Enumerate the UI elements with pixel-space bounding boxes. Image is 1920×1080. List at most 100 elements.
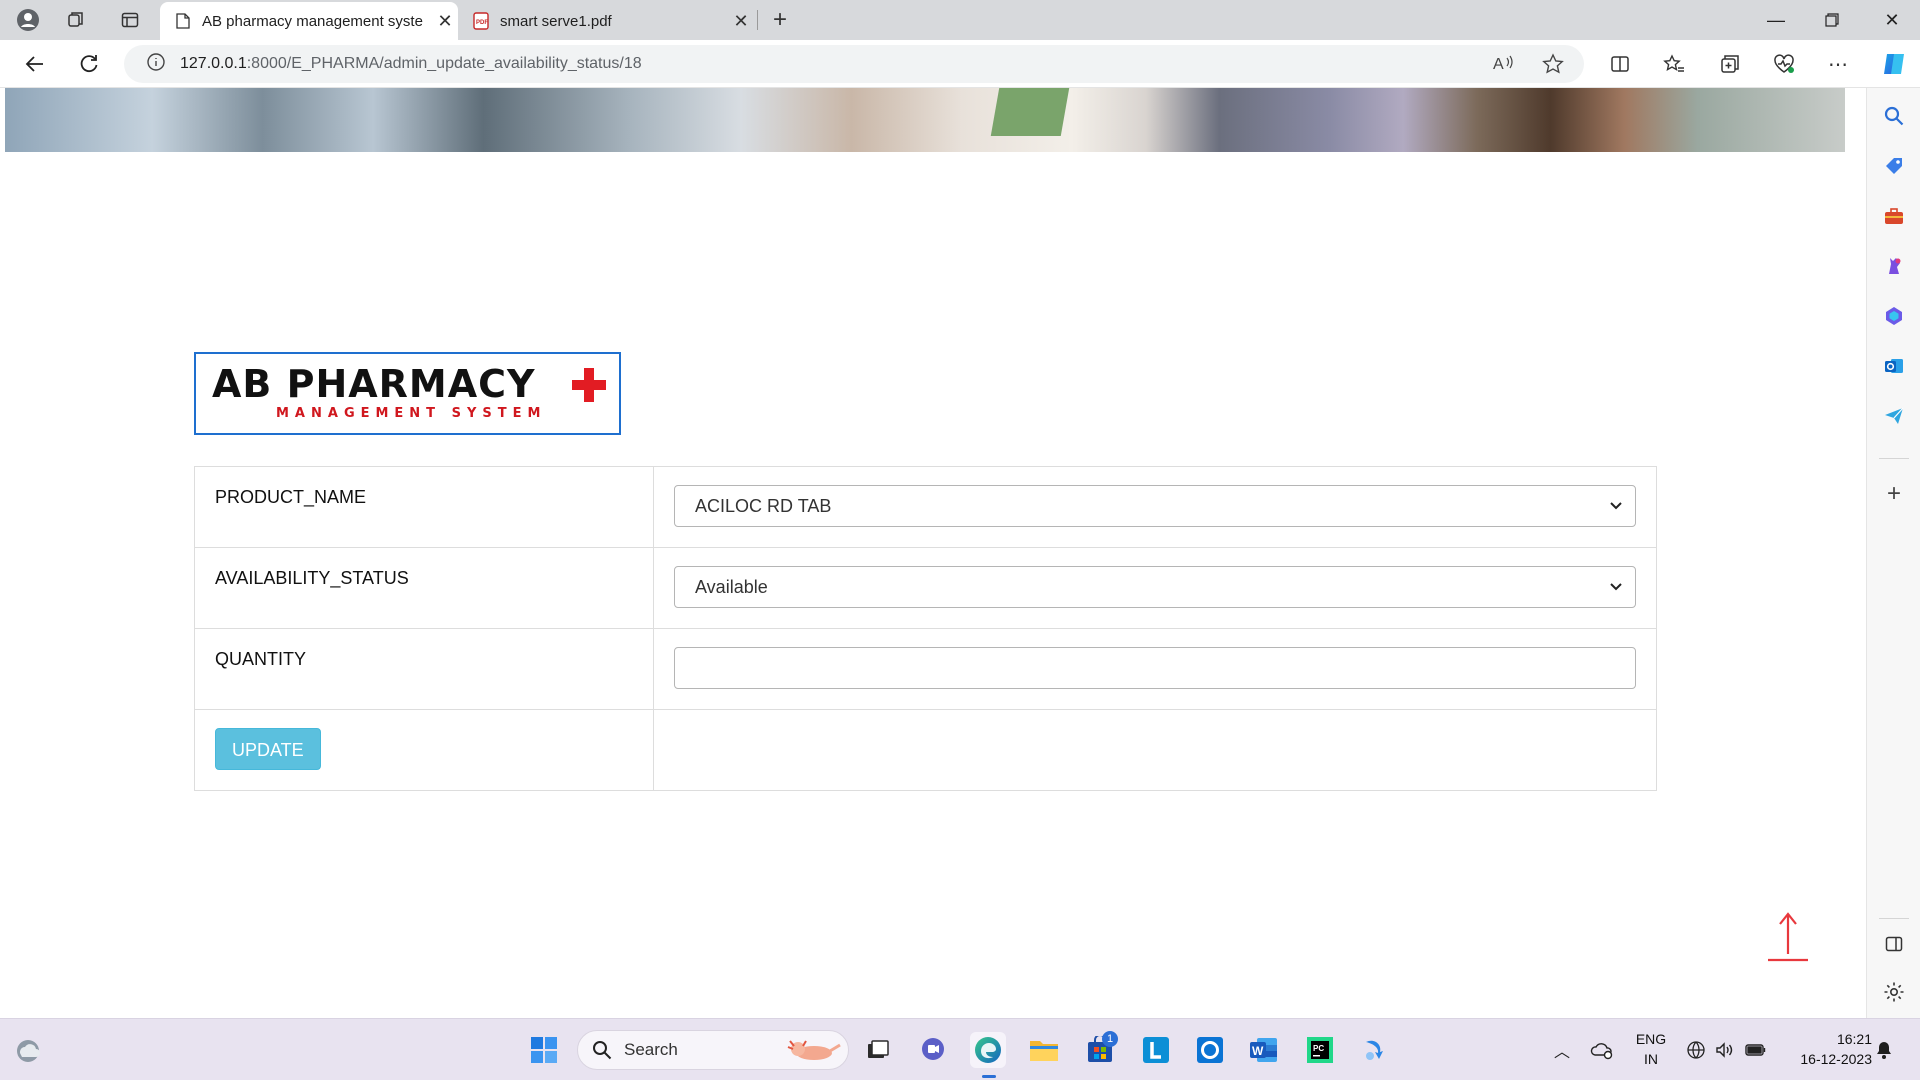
edge-taskbar-icon[interactable] xyxy=(970,1032,1006,1068)
volume-icon[interactable] xyxy=(1706,1032,1742,1068)
language-indicator[interactable]: ENG IN xyxy=(1626,1031,1676,1067)
refresh-icon[interactable] xyxy=(72,48,106,80)
chevron-down-icon xyxy=(1610,502,1622,510)
region-code: IN xyxy=(1644,1051,1658,1067)
tools-briefcase-icon[interactable] xyxy=(1880,202,1908,230)
close-tab-icon[interactable]: ✕ xyxy=(432,11,458,32)
store-badge: 1 xyxy=(1102,1031,1118,1047)
microsoft-365-icon[interactable] xyxy=(1880,302,1908,330)
battery-icon[interactable] xyxy=(1738,1032,1774,1068)
app-arrow-icon[interactable] xyxy=(1356,1032,1392,1068)
page-icon xyxy=(174,12,192,30)
teams-chat-icon[interactable] xyxy=(915,1032,951,1068)
windows-start-icon[interactable] xyxy=(526,1032,562,1068)
axolotl-illustration-icon xyxy=(787,1040,841,1060)
add-icon[interactable]: + xyxy=(1880,480,1908,508)
language-code: ENG xyxy=(1635,1031,1667,1047)
shopping-tag-icon[interactable] xyxy=(1880,152,1908,180)
pharmacy-logo: AB PHARMACY MANAGEMENT SYSTEM xyxy=(194,352,621,435)
form-row-product: PRODUCT_NAME ACILOC RD TAB xyxy=(194,466,1657,548)
quantity-label: QUANTITY xyxy=(194,628,654,710)
close-window-icon[interactable]: ✕ xyxy=(1864,0,1920,40)
minimize-icon[interactable]: — xyxy=(1748,0,1804,40)
new-tab-icon[interactable]: + xyxy=(764,5,796,35)
clock[interactable]: 16:21 16-12-2023 xyxy=(1782,1031,1872,1067)
form-row-availability: AVAILABILITY_STATUS Available xyxy=(194,547,1657,629)
red-cross-icon xyxy=(572,368,606,402)
browser-sidebar: + xyxy=(1866,88,1920,1018)
availability-status-value: Available xyxy=(695,576,768,597)
read-aloud-icon[interactable]: A xyxy=(1492,53,1514,78)
outlook-icon[interactable] xyxy=(1880,352,1908,380)
form-row-quantity: QUANTITY xyxy=(194,628,1657,710)
svg-text:PC: PC xyxy=(1313,1044,1324,1053)
file-explorer-icon[interactable] xyxy=(1026,1032,1062,1068)
copilot-icon[interactable] xyxy=(1876,48,1912,80)
onedrive-status-icon[interactable] xyxy=(1584,1032,1620,1068)
quantity-input[interactable] xyxy=(674,647,1636,689)
send-icon[interactable] xyxy=(1880,402,1908,430)
weather-widget-icon[interactable] xyxy=(10,1032,46,1068)
more-options-icon[interactable]: ⋯ xyxy=(1820,48,1856,80)
games-icon[interactable] xyxy=(1880,252,1908,280)
update-button[interactable]: UPDATE xyxy=(215,728,321,770)
windows-taskbar: Search 1 W PC ︿ ENG IN 16:21 16-12-2023 xyxy=(0,1018,1920,1080)
availability-status-select[interactable]: Available xyxy=(674,566,1636,608)
taskbar-search-label: Search xyxy=(624,1040,678,1059)
split-screen-icon[interactable] xyxy=(1602,48,1638,80)
product-name-value: ACILOC RD TAB xyxy=(695,495,832,516)
tab-title: AB pharmacy management syste xyxy=(202,12,423,30)
task-view-icon[interactable] xyxy=(860,1032,896,1068)
tab-strip: AB pharmacy management syste ✕ PDF smart… xyxy=(0,0,1920,40)
pycharm-icon[interactable]: PC xyxy=(1302,1032,1338,1068)
collections-icon[interactable] xyxy=(1712,48,1748,80)
logo-title: AB PHARMACY xyxy=(212,362,536,406)
show-hidden-icons-chevron-up-icon[interactable]: ︿ xyxy=(1544,1032,1580,1068)
clock-time: 16:21 xyxy=(1836,1031,1872,1047)
page-content: AB PHARMACY MANAGEMENT SYSTEM PRODUCT_NA… xyxy=(0,88,1848,1018)
svg-text:W: W xyxy=(1252,1044,1264,1058)
back-icon[interactable] xyxy=(18,48,52,80)
profile-icon[interactable] xyxy=(12,5,44,35)
availability-status-label: AVAILABILITY_STATUS xyxy=(194,547,654,629)
pdf-icon: PDF xyxy=(472,12,490,30)
hero-banner-image xyxy=(5,88,1845,152)
vertical-tabs-icon[interactable] xyxy=(114,5,146,35)
tab-title: smart serve1.pdf xyxy=(500,12,612,30)
tab-pharmacy[interactable]: AB pharmacy management syste ✕ xyxy=(160,2,458,40)
search-icon[interactable] xyxy=(1880,102,1908,130)
url-bar[interactable]: 127.0.0.1:8000/E_PHARMA/admin_update_ava… xyxy=(124,45,1584,83)
chevron-down-icon xyxy=(1610,583,1622,591)
sidebar-divider xyxy=(1879,458,1909,459)
address-bar-row: 127.0.0.1:8000/E_PHARMA/admin_update_ava… xyxy=(0,40,1920,88)
restore-icon[interactable] xyxy=(1804,0,1860,40)
update-availability-form: PRODUCT_NAME ACILOC RD TAB AVAILABILITY_… xyxy=(194,466,1657,791)
scroll-to-top-icon[interactable] xyxy=(1766,908,1810,968)
browser-essentials-icon[interactable] xyxy=(1766,48,1802,80)
clock-date: 16-12-2023 xyxy=(1800,1051,1872,1067)
site-info-icon[interactable] xyxy=(146,52,166,77)
word-icon[interactable]: W xyxy=(1246,1032,1282,1068)
close-tab-icon[interactable]: ✕ xyxy=(728,11,754,32)
product-name-select[interactable]: ACILOC RD TAB xyxy=(674,485,1636,527)
workspaces-icon[interactable] xyxy=(60,5,92,35)
form-row-submit: UPDATE xyxy=(194,709,1657,791)
settings-gear-icon[interactable] xyxy=(1880,978,1908,1006)
svg-text:PDF: PDF xyxy=(476,20,488,26)
sidebar-divider xyxy=(1879,918,1909,919)
l-app-icon[interactable] xyxy=(1138,1032,1174,1068)
search-icon xyxy=(593,1041,612,1060)
cortana-app-icon[interactable] xyxy=(1192,1032,1228,1068)
tab-pdf[interactable]: PDF smart serve1.pdf ✕ xyxy=(458,2,754,40)
logo-subtitle: MANAGEMENT SYSTEM xyxy=(276,406,547,421)
favorites-icon[interactable] xyxy=(1656,48,1692,80)
hide-sidebar-icon[interactable] xyxy=(1880,930,1908,958)
notification-bell-icon[interactable] xyxy=(1866,1032,1902,1068)
active-app-indicator xyxy=(982,1075,996,1078)
svg-text:A: A xyxy=(1493,56,1504,73)
product-name-label: PRODUCT_NAME xyxy=(194,466,654,548)
url-text[interactable]: 127.0.0.1:8000/E_PHARMA/admin_update_ava… xyxy=(180,55,642,73)
tab-divider xyxy=(757,10,758,30)
taskbar-search-box[interactable]: Search xyxy=(577,1030,849,1070)
favorite-star-icon[interactable] xyxy=(1542,53,1564,80)
